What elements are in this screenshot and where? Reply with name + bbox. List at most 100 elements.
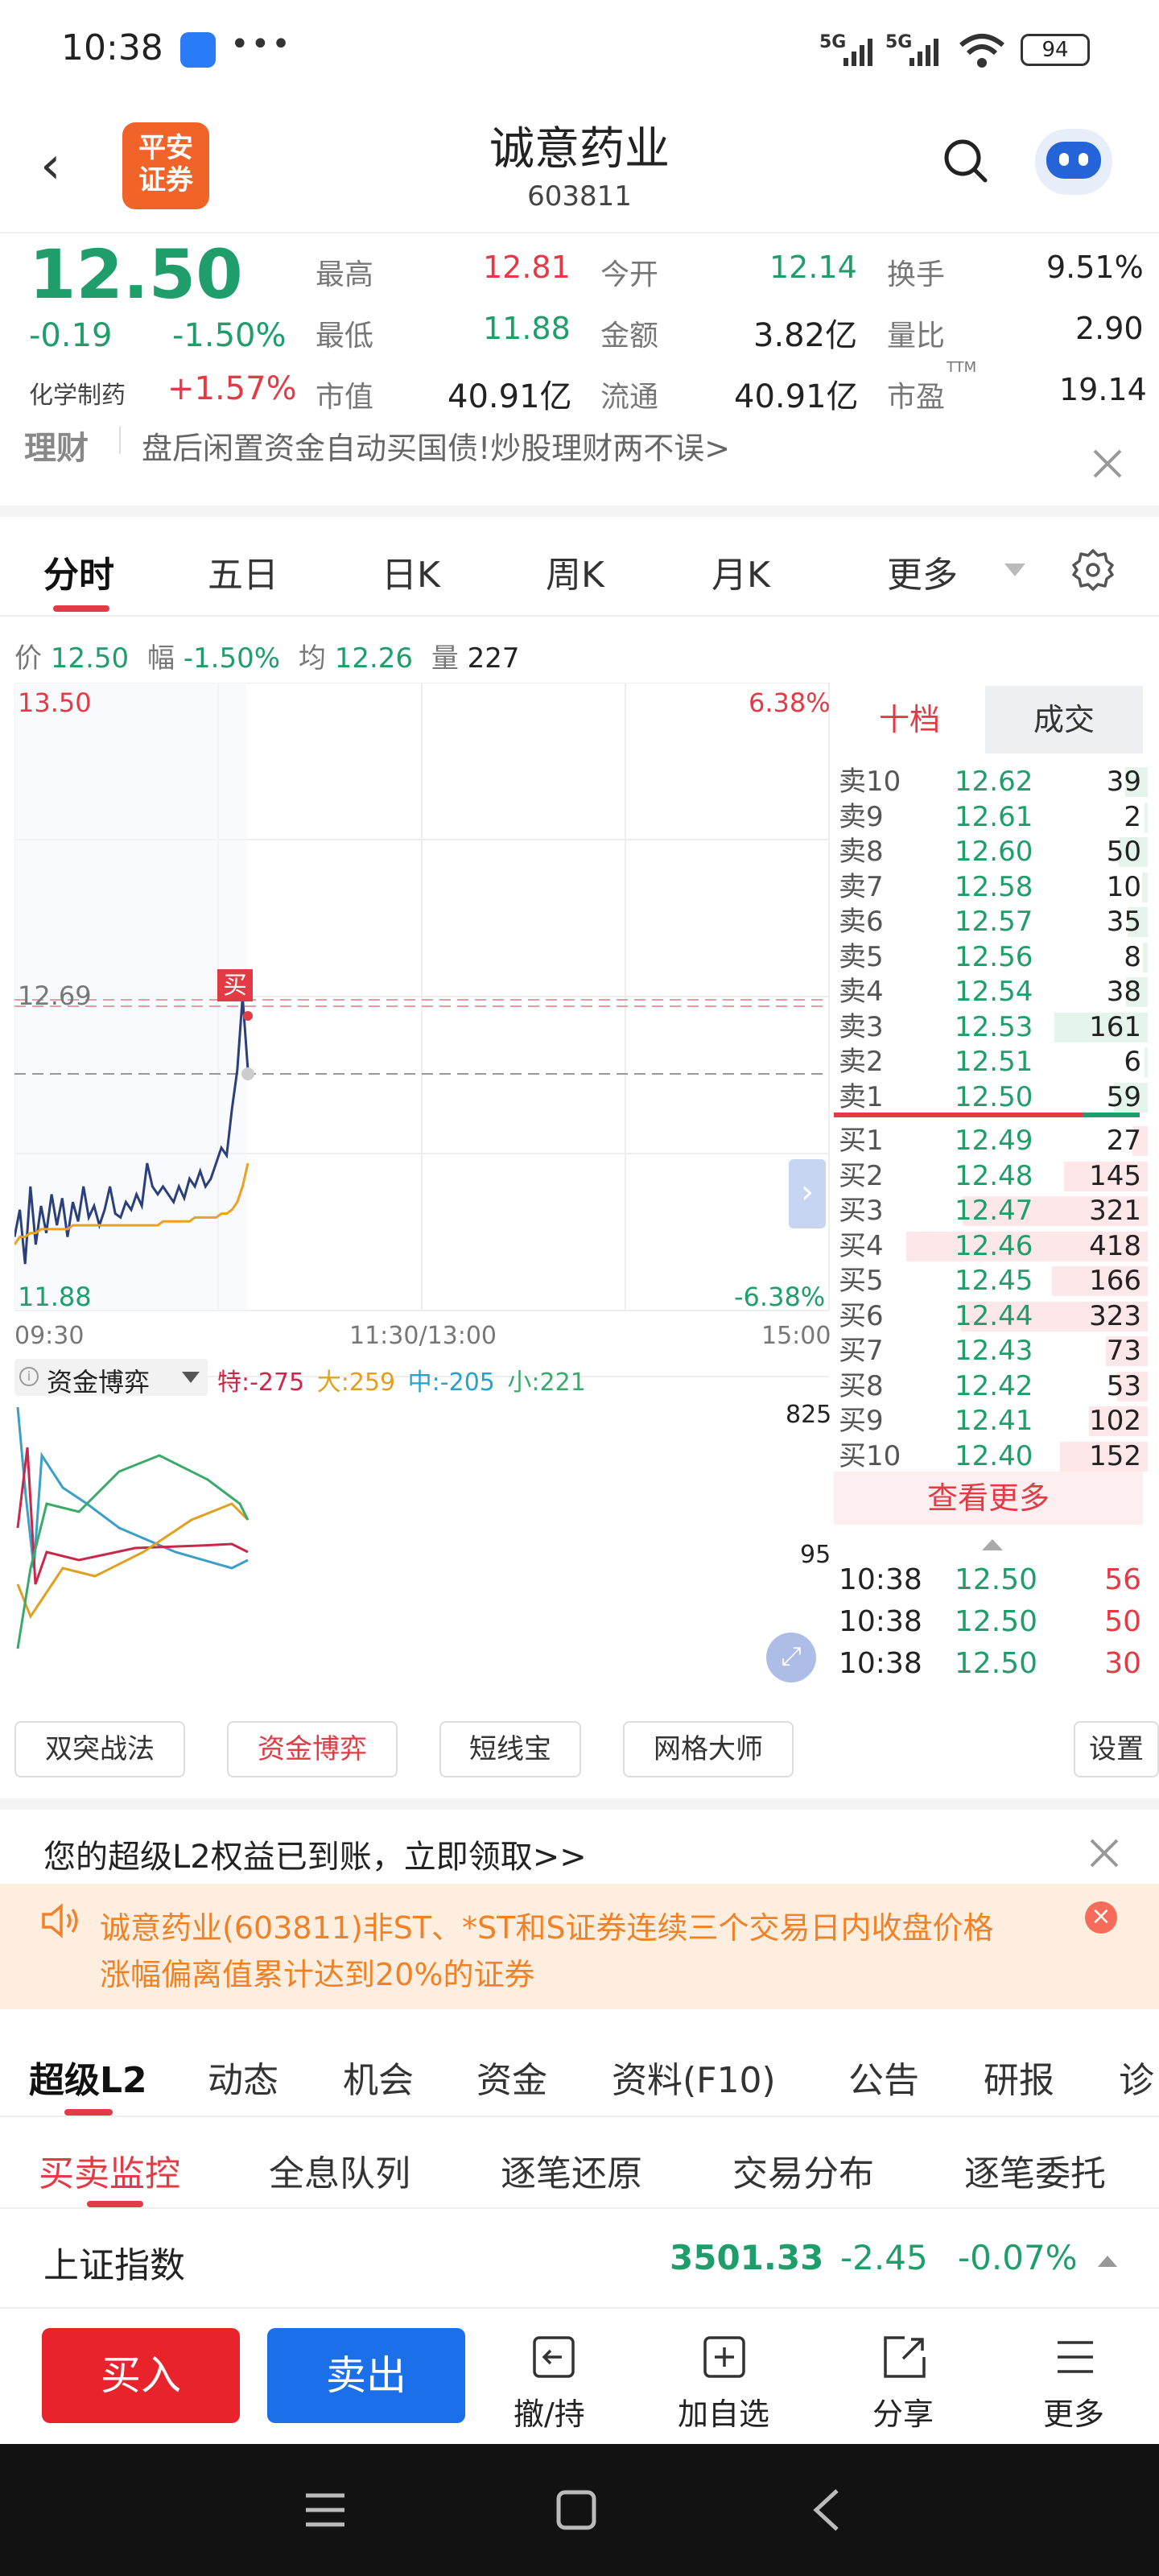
ask-row[interactable]: 卖3 12.53 161 bbox=[834, 1010, 1148, 1045]
close-icon[interactable] bbox=[1091, 448, 1124, 480]
back-nav-icon[interactable] bbox=[810, 2487, 842, 2533]
tab-opportunities[interactable]: 机会 bbox=[343, 2051, 414, 2103]
close-icon-2[interactable] bbox=[1088, 1837, 1120, 1869]
intraday-chart[interactable]: 买 13.50 12.69 11.88 6.38% -6.38% 09:30 1… bbox=[13, 682, 834, 1690]
tab-daily-k[interactable]: 日K bbox=[382, 546, 440, 597]
sector-name[interactable]: 化学制药 bbox=[29, 375, 126, 411]
x-axis-mid: 11:30/13:00 bbox=[349, 1322, 497, 1350]
wealth-banner[interactable]: 理财 盘后闲置资金自动买国债!炒股理财两不误> bbox=[0, 419, 1159, 517]
ask-row[interactable]: 卖7 12.58 10 bbox=[834, 870, 1148, 905]
expand-orderbook-arrow-icon[interactable]: › bbox=[789, 1159, 826, 1228]
bid-row[interactable]: 买8 12.42 53 bbox=[834, 1369, 1148, 1404]
more-button[interactable]: 更多 bbox=[1024, 2333, 1128, 2432]
bid-row[interactable]: 买9 12.41 102 bbox=[834, 1404, 1148, 1439]
dropdown-icon[interactable] bbox=[1003, 562, 1027, 578]
trade-price: 12.50 bbox=[955, 1563, 1038, 1596]
ask-row[interactable]: 卖9 12.61 2 bbox=[834, 800, 1148, 835]
tab-more[interactable]: 更多 bbox=[887, 546, 958, 597]
ask-price: 12.60 bbox=[955, 836, 1033, 868]
tab-funds[interactable]: 资金 bbox=[476, 2051, 547, 2103]
bid-label: 买6 bbox=[839, 1299, 884, 1332]
bid-price: 12.45 bbox=[955, 1265, 1033, 1297]
close-notice-icon[interactable]: × bbox=[1085, 1901, 1117, 1934]
bid-label: 买10 bbox=[839, 1439, 901, 1472]
bid-vol: 145 bbox=[1089, 1159, 1141, 1192]
ask-price: 12.62 bbox=[955, 766, 1033, 798]
bid-row[interactable]: 买10 12.40 152 bbox=[834, 1439, 1148, 1474]
share-button[interactable]: 分享 bbox=[853, 2333, 958, 2432]
strategy-double-break[interactable]: 双突战法 bbox=[14, 1721, 185, 1777]
bid-label: 买9 bbox=[839, 1405, 884, 1437]
add-watchlist-label: 加自选 bbox=[678, 2396, 770, 2432]
subtab-tick-orders[interactable]: 逐笔委托 bbox=[964, 2145, 1106, 2196]
tab-f10[interactable]: 资料(F10) bbox=[612, 2051, 776, 2103]
search-icon[interactable] bbox=[942, 137, 990, 185]
price-change: -0.19 bbox=[29, 317, 113, 354]
fund-indicator-selector[interactable]: i 资金博弈 bbox=[14, 1359, 208, 1397]
home-icon[interactable] bbox=[555, 2489, 597, 2531]
ask-label: 卖3 bbox=[839, 1010, 884, 1043]
bid-label: 买4 bbox=[839, 1229, 884, 1262]
info-avg: 12.26 bbox=[334, 642, 414, 675]
info-icon[interactable]: i bbox=[19, 1367, 39, 1386]
banner-text: 盘后闲置资金自动买国债!炒股理财两不误> bbox=[142, 431, 731, 466]
bid-row[interactable]: 买4 12.46 418 bbox=[834, 1229, 1148, 1264]
l2-promo-bar[interactable]: 您的超级L2权益已到账，立即领取>> bbox=[0, 1798, 1159, 1887]
subtab-tick-replay[interactable]: 逐笔还原 bbox=[501, 2145, 642, 2196]
strategy-short-line[interactable]: 短线宝 bbox=[439, 1721, 581, 1777]
bid-row[interactable]: 买7 12.43 73 bbox=[834, 1334, 1148, 1368]
tab-ten-levels[interactable]: 十档 bbox=[834, 686, 985, 753]
strategy-grid-master[interactable]: 网格大师 bbox=[623, 1721, 794, 1777]
subtab-full-queue[interactable]: 全息队列 bbox=[269, 2145, 410, 2196]
buy-button[interactable]: 买入 bbox=[42, 2328, 240, 2423]
risk-notice[interactable]: 诚意药业(603811)非ST、*ST和S证券连续三个交易日内收盘价格 涨幅偏离… bbox=[0, 1884, 1159, 2009]
tab-super-l2[interactable]: 超级L2 bbox=[29, 2051, 147, 2103]
index-ticker[interactable]: 上证指数 3501.33 -2.45 -0.07% bbox=[0, 2209, 1159, 2309]
view-more-button[interactable]: 查看更多 bbox=[834, 1472, 1143, 1525]
signal-bars-icon bbox=[843, 39, 872, 66]
add-watchlist-button[interactable]: 加自选 bbox=[668, 2333, 781, 2432]
bid-row[interactable]: 买2 12.48 145 bbox=[834, 1159, 1148, 1194]
tab-announcements[interactable]: 公告 bbox=[848, 2051, 919, 2103]
cancel-hold-button[interactable]: 撤/持 bbox=[499, 2333, 608, 2432]
fund-te-value: -275 bbox=[250, 1368, 305, 1397]
tab-diagnosis[interactable]: 诊 bbox=[1119, 2051, 1154, 2103]
ask-row[interactable]: 卖6 12.57 35 bbox=[834, 905, 1148, 939]
y-axis-mark: 12.69 bbox=[18, 980, 92, 1011]
expand-up-icon-2[interactable] bbox=[1096, 2254, 1119, 2268]
ask-row[interactable]: 卖8 12.60 50 bbox=[834, 835, 1148, 869]
recent-apps-icon[interactable] bbox=[304, 2491, 346, 2529]
ask-vol: 59 bbox=[1106, 1080, 1141, 1113]
pct-axis-top: 6.38% bbox=[749, 687, 831, 718]
tab-intraday[interactable]: 分时 bbox=[43, 546, 114, 597]
ask-row[interactable]: 卖4 12.54 38 bbox=[834, 975, 1148, 1009]
tab-dynamics[interactable]: 动态 bbox=[208, 2051, 278, 2103]
tab-trades[interactable]: 成交 bbox=[985, 686, 1143, 753]
trade-vol: 56 bbox=[1104, 1563, 1141, 1596]
trade-vol: 50 bbox=[1104, 1605, 1141, 1638]
bid-row[interactable]: 买1 12.49 27 bbox=[834, 1124, 1148, 1158]
subtab-trade-monitor[interactable]: 买卖监控 bbox=[39, 2145, 180, 2196]
tab-monthly-k[interactable]: 月K bbox=[711, 546, 770, 597]
bid-row[interactable]: 买3 12.47 321 bbox=[834, 1194, 1148, 1228]
ask-row[interactable]: 卖1 12.50 59 bbox=[834, 1080, 1148, 1115]
subtab-trade-distribution[interactable]: 交易分布 bbox=[732, 2145, 874, 2196]
ask-row[interactable]: 卖10 12.62 39 bbox=[834, 765, 1148, 799]
fullscreen-icon[interactable]: ⤢ bbox=[766, 1633, 816, 1682]
pe-label: 市盈 bbox=[887, 381, 946, 414]
ask-row[interactable]: 卖2 12.51 6 bbox=[834, 1045, 1148, 1080]
expand-up-icon[interactable] bbox=[980, 1538, 1004, 1552]
tab-5day[interactable]: 五日 bbox=[208, 546, 278, 597]
sell-button[interactable]: 卖出 bbox=[267, 2328, 465, 2423]
strategy-fund-game[interactable]: 资金博弈 bbox=[227, 1721, 398, 1777]
tab-weekly-k[interactable]: 周K bbox=[546, 546, 604, 597]
index-name: 上证指数 bbox=[43, 2245, 185, 2286]
settings-button[interactable]: 设置 bbox=[1074, 1721, 1159, 1777]
settings-gear-icon[interactable] bbox=[1070, 547, 1116, 592]
tab-research[interactable]: 研报 bbox=[984, 2051, 1054, 2103]
bid-row[interactable]: 买5 12.45 166 bbox=[834, 1264, 1148, 1298]
bid-price: 12.42 bbox=[955, 1369, 1033, 1402]
bid-row[interactable]: 买6 12.44 323 bbox=[834, 1299, 1148, 1334]
ai-assistant-icon[interactable] bbox=[1035, 129, 1112, 195]
ask-row[interactable]: 卖5 12.56 8 bbox=[834, 940, 1148, 975]
